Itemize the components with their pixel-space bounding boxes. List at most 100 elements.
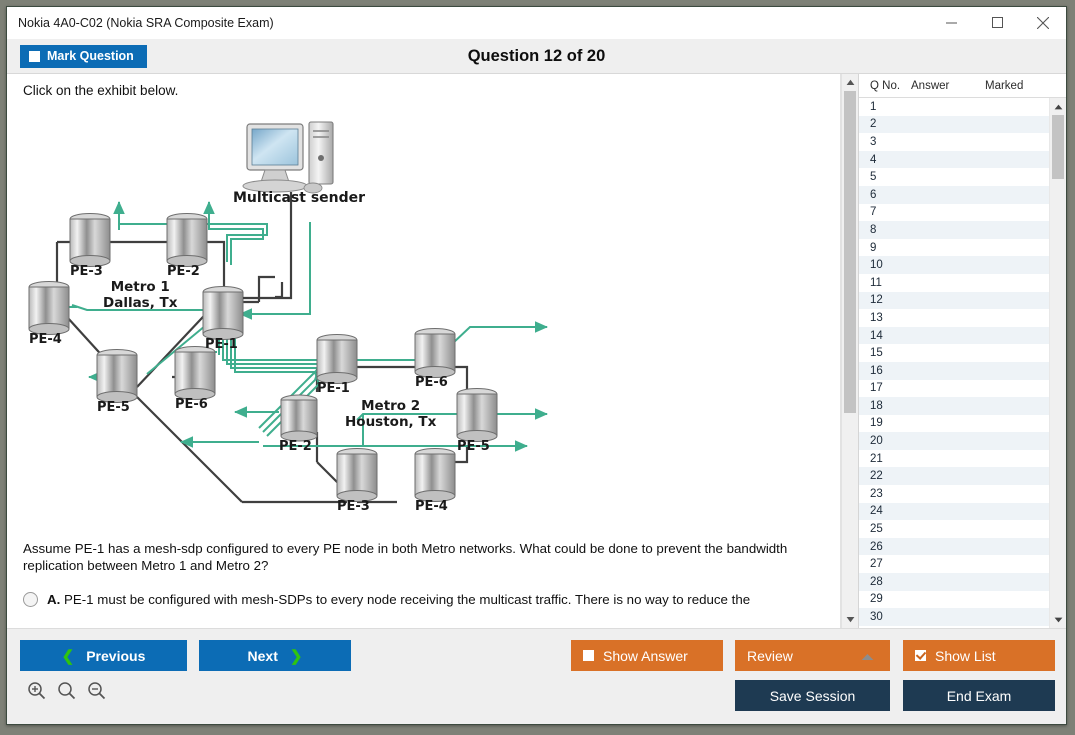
question-list-row[interactable]: 15 — [859, 344, 1049, 362]
list-scroll-up-arrow-icon[interactable] — [1050, 98, 1066, 115]
list-scroll-thumb[interactable] — [1052, 115, 1064, 179]
row-question-number: 13 — [859, 312, 911, 324]
chevron-right-icon: ❯ — [290, 647, 303, 665]
mark-question-button[interactable]: Mark Question — [20, 45, 147, 68]
question-list-row[interactable]: 19 — [859, 415, 1049, 433]
maximize-button[interactable] — [974, 7, 1020, 38]
review-label: Review — [747, 648, 793, 664]
question-list-row[interactable]: 6 — [859, 186, 1049, 204]
close-button[interactable] — [1020, 7, 1066, 38]
row-question-number: 11 — [859, 277, 911, 289]
question-list-row[interactable]: 10 — [859, 256, 1049, 274]
save-session-button[interactable]: Save Session — [735, 680, 890, 711]
show-list-checkbox[interactable] — [915, 650, 926, 661]
row-question-number: 27 — [859, 558, 911, 570]
list-scroll-down-arrow-icon[interactable] — [1050, 611, 1066, 628]
question-list-row[interactable]: 28 — [859, 573, 1049, 591]
column-header-answer: Answer — [911, 80, 985, 92]
multicast-sender-icon — [243, 122, 333, 298]
question-list-row[interactable]: 26 — [859, 538, 1049, 556]
row-question-number: 1 — [859, 101, 911, 113]
footer-toolbar: ❮ Previous Next ❯ Show Answer Review Sho… — [7, 628, 1066, 724]
question-counter: Question 12 of 20 — [7, 47, 1066, 66]
question-list-row[interactable]: 16 — [859, 362, 1049, 380]
question-list-row[interactable]: 25 — [859, 520, 1049, 538]
label-pe4-metro2: PE-4 — [415, 499, 448, 514]
question-list-scrollbar[interactable] — [1049, 98, 1066, 628]
metro2-line2: Houston, Tx — [345, 414, 436, 430]
router-pe2-metro1 — [167, 214, 207, 267]
mark-question-checkbox[interactable] — [29, 51, 40, 62]
end-exam-button[interactable]: End Exam — [903, 680, 1055, 711]
question-list-rows[interactable]: 1234567891011121314151617181920212223242… — [859, 98, 1049, 628]
question-list-row[interactable]: 3 — [859, 133, 1049, 151]
question-list-row[interactable]: 21 — [859, 450, 1049, 468]
scroll-down-arrow-icon[interactable] — [842, 611, 858, 628]
answer-radio-a[interactable] — [23, 592, 38, 607]
question-list-row[interactable]: 8 — [859, 221, 1049, 239]
content-scroll-thumb[interactable] — [844, 91, 856, 413]
question-list-row[interactable]: 29 — [859, 591, 1049, 609]
question-list-row[interactable]: 1 — [859, 98, 1049, 116]
scroll-up-arrow-icon[interactable] — [842, 74, 858, 91]
zoom-out-icon[interactable] — [87, 681, 106, 700]
question-list-row[interactable]: 7 — [859, 204, 1049, 222]
row-question-number: 2 — [859, 118, 911, 130]
content-scrollbar[interactable] — [841, 74, 858, 628]
body-area: Click on the exhibit below. — [7, 74, 1066, 628]
router-pe4-metro2 — [415, 449, 455, 502]
minimize-button[interactable] — [928, 7, 974, 38]
content-scroll-track[interactable] — [842, 91, 858, 611]
question-list-row[interactable]: 27 — [859, 555, 1049, 573]
router-pe4-metro1 — [29, 282, 69, 335]
label-pe3-metro1: PE-3 — [70, 264, 103, 279]
previous-button[interactable]: ❮ Previous — [20, 640, 187, 671]
question-list-row[interactable]: 2 — [859, 116, 1049, 134]
question-list-row[interactable]: 22 — [859, 467, 1049, 485]
zoom-in-icon[interactable] — [27, 681, 46, 700]
row-question-number: 14 — [859, 330, 911, 342]
row-question-number: 15 — [859, 347, 911, 359]
question-list-row[interactable]: 20 — [859, 432, 1049, 450]
question-list-row[interactable]: 18 — [859, 397, 1049, 415]
row-question-number: 12 — [859, 294, 911, 306]
list-scroll-track[interactable] — [1050, 115, 1066, 611]
zoom-reset-icon[interactable] — [57, 681, 76, 700]
show-answer-checkbox[interactable] — [583, 650, 594, 661]
show-list-button[interactable]: Show List — [903, 640, 1055, 671]
question-list-row[interactable]: 13 — [859, 309, 1049, 327]
question-list-row[interactable]: 30 — [859, 608, 1049, 626]
chevron-up-icon — [861, 648, 874, 664]
window-controls — [928, 7, 1066, 38]
row-question-number: 25 — [859, 523, 911, 535]
row-question-number: 7 — [859, 206, 911, 218]
question-list-row[interactable]: 23 — [859, 485, 1049, 503]
row-question-number: 19 — [859, 417, 911, 429]
network-exhibit-image[interactable]: Multicast sender PE-3 PE-2 PE-4 PE-1 PE-… — [27, 102, 587, 532]
answer-letter-a: A. — [47, 592, 60, 607]
router-pe3-metro1 — [70, 214, 110, 267]
question-list-row[interactable]: 14 — [859, 327, 1049, 345]
next-button[interactable]: Next ❯ — [199, 640, 351, 671]
metro1-title: Metro 1 Dallas, Tx — [103, 280, 177, 311]
question-list-row[interactable]: 9 — [859, 239, 1049, 257]
exhibit-svg — [27, 102, 587, 532]
answer-option-a[interactable]: A. PE-1 must be configured with mesh-SDP… — [23, 591, 838, 608]
label-pe1-metro1: PE-1 — [205, 337, 238, 352]
question-list-row[interactable]: 12 — [859, 292, 1049, 310]
question-list-row[interactable]: 17 — [859, 380, 1049, 398]
show-answer-button[interactable]: Show Answer — [571, 640, 723, 671]
label-pe6-metro2: PE-6 — [415, 375, 448, 390]
row-question-number: 6 — [859, 189, 911, 201]
question-list-row[interactable]: 5 — [859, 168, 1049, 186]
review-dropdown[interactable]: Review — [735, 640, 890, 671]
row-question-number: 28 — [859, 576, 911, 588]
question-list-row[interactable]: 11 — [859, 274, 1049, 292]
multicast-sender-label: Multicast sender — [233, 190, 365, 206]
question-text: Assume PE-1 has a mesh-sdp configured to… — [23, 540, 823, 574]
question-list-row[interactable]: 24 — [859, 503, 1049, 521]
question-list-row[interactable]: 4 — [859, 151, 1049, 169]
row-question-number: 4 — [859, 154, 911, 166]
label-pe4-metro1: PE-4 — [29, 332, 62, 347]
router-pe1-metro1 — [203, 287, 243, 340]
